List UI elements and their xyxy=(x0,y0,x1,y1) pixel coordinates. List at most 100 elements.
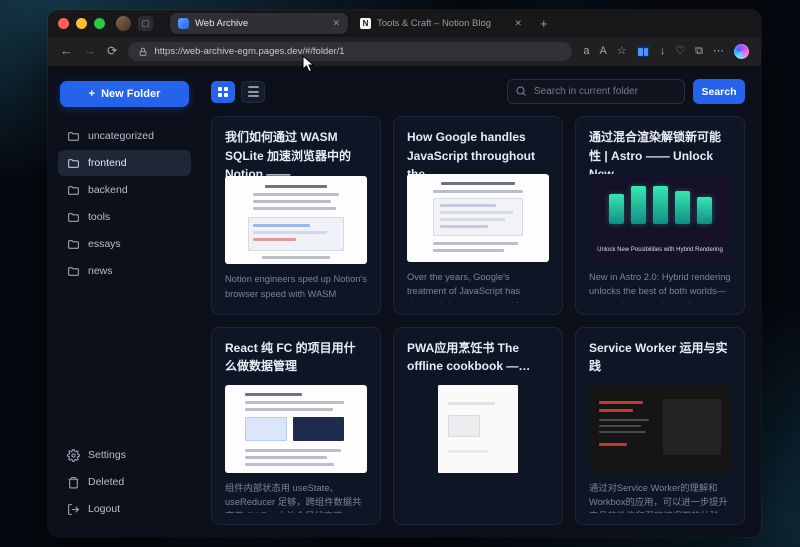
card-description: Over the years, Google's treatment of Ja… xyxy=(407,270,549,303)
search-box xyxy=(507,79,685,104)
web-archive-favicon xyxy=(178,18,189,29)
folder-label: tools xyxy=(88,211,110,223)
archive-card-react-fc-state[interactable]: React 纯 FC 的项目用什么做数据管理 组件内部状态用 useState、… xyxy=(211,327,381,526)
copilot-icon[interactable] xyxy=(734,44,749,59)
sidebar-item-news[interactable]: news xyxy=(58,258,191,284)
close-window-button[interactable] xyxy=(58,18,69,29)
back-button[interactable]: ← xyxy=(60,45,73,58)
archive-grid: 我们如何通过 WASM SQLite 加速浏览器中的 Notion ——… No… xyxy=(211,116,745,525)
deleted-label: Deleted xyxy=(88,476,124,488)
archive-card-service-worker[interactable]: Service Worker 运用与实践 通过对Service Worker的理… xyxy=(575,327,745,526)
archive-card-google-javascript[interactable]: How Google handles JavaScript throughout… xyxy=(393,116,563,315)
card-thumbnail xyxy=(407,385,549,473)
gear-icon xyxy=(67,449,80,462)
main-content: Search 我们如何通过 WASM SQLite 加速浏览器中的 Notion… xyxy=(201,67,761,537)
search-area: Search xyxy=(507,79,745,104)
sidebar: + New Folder uncategorized frontend back… xyxy=(48,67,201,537)
more-menu-icon[interactable]: ⋯ xyxy=(713,46,724,57)
tab-strip: Web Archive ✕ N Tools & Craft – Notion B… xyxy=(170,13,751,34)
view-toggle xyxy=(211,81,265,103)
card-title: React 纯 FC 的项目用什么做数据管理 xyxy=(225,339,367,376)
card-description: 组件内部状态用 useState、useReducer 足够，跨组件数据共享用 … xyxy=(225,481,367,514)
sidebar-item-essays[interactable]: essays xyxy=(58,231,191,257)
workspace-icon[interactable]: ▢ xyxy=(138,16,153,31)
sidebar-spacer xyxy=(58,285,191,442)
thumbnail-image-area xyxy=(663,399,721,455)
card-title: How Google handles JavaScript throughout… xyxy=(407,128,549,165)
grid-view-button[interactable] xyxy=(211,81,235,103)
card-description: 通过对Service Worker的理解和Workbox的应用，可以进一步提升产… xyxy=(589,481,731,514)
sidebar-item-frontend[interactable]: frontend xyxy=(58,150,191,176)
forward-button[interactable]: → xyxy=(84,45,97,58)
card-title: 通过混合渲染解锁新可能性 | Astro —— Unlock New… xyxy=(589,128,731,165)
tab-web-archive[interactable]: Web Archive ✕ xyxy=(170,13,348,34)
new-tab-button[interactable]: + xyxy=(534,16,554,31)
list-view-button[interactable] xyxy=(241,81,265,103)
new-folder-button[interactable]: + New Folder xyxy=(60,81,189,107)
sidebar-item-uncategorized[interactable]: uncategorized xyxy=(58,123,191,149)
card-thumbnail xyxy=(225,176,367,264)
card-thumbnail xyxy=(225,385,367,473)
favorites-star-icon[interactable]: ☆ xyxy=(617,46,627,57)
extensions-icon[interactable]: ⧉ xyxy=(695,46,703,57)
search-icon xyxy=(515,85,527,97)
split-screen-icon[interactable] xyxy=(637,46,650,57)
folder-label: backend xyxy=(88,184,128,196)
new-folder-label: New Folder xyxy=(101,88,160,100)
sidebar-item-settings[interactable]: Settings xyxy=(58,442,191,468)
downloads-icon[interactable]: ↓ xyxy=(660,46,666,57)
archive-card-astro-hybrid[interactable]: 通过混合渲染解锁新可能性 | Astro —— Unlock New… Unlo… xyxy=(575,116,745,315)
folder-icon xyxy=(67,238,80,251)
phone-mockups xyxy=(589,186,731,224)
settings-label: Settings xyxy=(88,449,126,461)
browser-titlebar: ▢ Web Archive ✕ N Tools & Craft – Notion… xyxy=(48,10,761,37)
thumbnail-caption: Unlock New Possibilities with Hybrid Ren… xyxy=(593,246,727,254)
content-toolbar: Search xyxy=(211,79,745,104)
read-aloud-icon[interactable]: A xyxy=(600,46,607,57)
sidebar-item-tools[interactable]: tools xyxy=(58,204,191,230)
card-thumbnail xyxy=(589,385,731,473)
folder-label: frontend xyxy=(88,157,127,169)
window-controls xyxy=(58,18,105,29)
folder-label: essays xyxy=(88,238,121,250)
logout-label: Logout xyxy=(88,503,120,515)
notion-favicon: N xyxy=(360,18,371,29)
search-button[interactable]: Search xyxy=(693,79,745,104)
sidebar-item-backend[interactable]: backend xyxy=(58,177,191,203)
tab-close-icon[interactable]: ✕ xyxy=(332,18,340,29)
card-thumbnail xyxy=(407,174,549,262)
grid-icon xyxy=(218,87,228,97)
reload-button[interactable]: ⟳ xyxy=(107,45,117,58)
tab-close-icon[interactable]: ✕ xyxy=(514,18,522,29)
lock-icon xyxy=(138,47,148,57)
browser-navbar: ← → ⟳ https://web-archive-egm.pages.dev/… xyxy=(48,37,761,67)
translate-icon[interactable]: a xyxy=(583,46,589,57)
sidebar-item-deleted[interactable]: Deleted xyxy=(58,469,191,495)
minimize-window-button[interactable] xyxy=(76,18,87,29)
browser-essentials-icon[interactable]: ♡ xyxy=(675,46,685,57)
sidebar-item-logout[interactable]: Logout xyxy=(58,496,191,522)
card-description: New in Astro 2.0: Hybrid rendering unloc… xyxy=(589,270,731,303)
profile-avatar[interactable] xyxy=(116,16,131,31)
zoom-window-button[interactable] xyxy=(94,18,105,29)
search-input[interactable] xyxy=(507,79,685,104)
folder-label: uncategorized xyxy=(88,130,154,142)
folder-label: news xyxy=(88,265,113,277)
card-thumbnail: Unlock New Possibilities with Hybrid Ren… xyxy=(589,174,731,262)
folder-icon xyxy=(67,211,80,224)
card-title: Service Worker 运用与实践 xyxy=(589,339,731,376)
archive-card-wasm-sqlite[interactable]: 我们如何通过 WASM SQLite 加速浏览器中的 Notion ——… No… xyxy=(211,116,381,315)
trash-icon xyxy=(67,476,80,489)
folder-icon xyxy=(67,130,80,143)
tab-notion-blog[interactable]: N Tools & Craft – Notion Blog ✕ xyxy=(352,13,530,34)
tab-label: Web Archive xyxy=(195,18,326,29)
logout-icon xyxy=(67,503,80,516)
address-bar[interactable]: https://web-archive-egm.pages.dev/#/fold… xyxy=(128,42,572,61)
plus-icon: + xyxy=(89,88,95,100)
archive-card-pwa-cookbook[interactable]: PWA应用烹饪书 The offline cookbook —… xyxy=(393,327,563,526)
web-archive-app: + New Folder uncategorized frontend back… xyxy=(48,67,761,537)
folder-icon xyxy=(67,265,80,278)
list-icon xyxy=(248,86,259,97)
card-title: 我们如何通过 WASM SQLite 加速浏览器中的 Notion ——… xyxy=(225,128,367,167)
card-description: Notion engineers sped up Notion's browse… xyxy=(225,272,367,302)
